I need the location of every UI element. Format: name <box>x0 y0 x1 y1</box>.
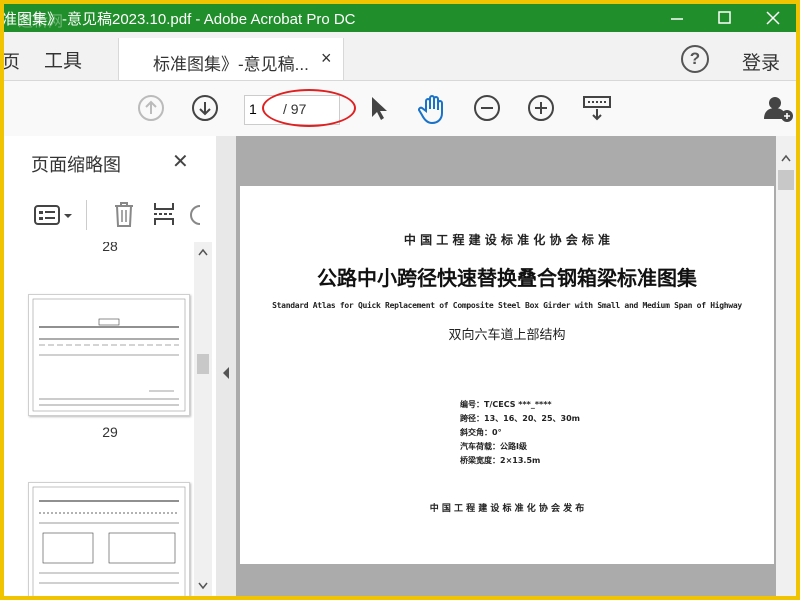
info-skew-angle: 斜交角：0° <box>460 428 502 437</box>
tab-document[interactable]: 标准图集》-意见稿... × <box>118 38 344 80</box>
options-menu-icon[interactable] <box>34 204 76 226</box>
close-tab-icon[interactable]: × <box>321 48 332 69</box>
app-window: 准图集》-意见稿2023.10.pdf - Adobe Acrobat Pro … <box>4 4 796 596</box>
rotate-page-icon[interactable] <box>188 200 202 228</box>
org-header: 中 国 工 程 建 设 标 准 化 协 会 标 准 <box>403 233 611 247</box>
doc-scroll-up-icon <box>781 154 791 162</box>
hand-tool-icon[interactable] <box>418 93 448 125</box>
thumbnail-page-label: 28 <box>102 242 118 254</box>
panel-toolbar <box>24 196 214 232</box>
document-info: 编号：T/CECS ***_**** 跨径：13、16、20、25、30m 斜交… <box>460 398 580 468</box>
next-page-icon[interactable] <box>191 94 219 122</box>
read-mode-icon[interactable] <box>582 93 612 123</box>
login-button[interactable]: 登录 <box>742 48 780 75</box>
close-panel-icon[interactable]: ✕ <box>172 149 189 174</box>
info-bridge-width: 桥梁宽度：2×13.5m <box>460 456 541 465</box>
document-subtitle: 双向六车道上部结构 <box>448 328 566 343</box>
help-icon[interactable]: ? <box>681 45 709 73</box>
document-scroll-thumb[interactable] <box>778 170 794 190</box>
zoom-in-icon[interactable] <box>527 94 555 122</box>
title-bar: 准图集》-意见稿2023.10.pdf - Adobe Acrobat Pro … <box>4 4 796 32</box>
thumbnail-panel: 页面缩略图 ✕ 28 29 <box>4 136 217 596</box>
close-window-button[interactable] <box>750 4 796 32</box>
thumbnail-scroll-thumb[interactable] <box>197 354 209 374</box>
add-user-icon[interactable] <box>764 95 794 123</box>
info-span: 跨径：13、16、20、25、30m <box>460 414 580 423</box>
toolbar-divider <box>86 200 87 230</box>
scroll-down-icon <box>198 582 208 590</box>
document-view: 中 国 工 程 建 设 标 准 化 协 会 标 准 公路中小跨径快速替换叠合钢箱… <box>236 136 796 596</box>
info-code: 编号：T/CECS ***_**** <box>460 400 552 409</box>
thumbnail-page-29[interactable] <box>28 294 190 416</box>
document-tab-label: 标准图集》-意见稿... <box>153 55 309 74</box>
scroll-up-icon <box>198 248 208 256</box>
thumbnail-scrollbar[interactable] <box>194 242 212 596</box>
delete-page-icon[interactable] <box>112 200 136 228</box>
document-scrollbar[interactable] <box>776 136 796 596</box>
zoom-out-icon[interactable] <box>473 94 501 122</box>
panel-title: 页面缩略图 <box>31 155 121 175</box>
select-tool-icon[interactable] <box>368 95 390 123</box>
collapse-left-icon <box>223 367 229 379</box>
extract-page-icon[interactable] <box>152 200 176 228</box>
pdf-page: 中 国 工 程 建 设 标 准 化 协 会 标 准 公路中小跨径快速替换叠合钢箱… <box>240 186 774 564</box>
document-subtitle-en: Standard Atlas for Quick Replacement of … <box>272 301 742 310</box>
publisher: 中 国 工 程 建 设 标 准 化 协 会 发 布 <box>429 504 585 514</box>
info-vehicle-load: 汽车荷载：公路Ⅰ级 <box>460 442 527 451</box>
tab-bar: 页 工具 标准图集》-意见稿... × ? 登录 <box>4 32 796 81</box>
watermark: 道桥网 <box>18 13 64 30</box>
maximize-icon <box>718 11 731 24</box>
toolbar: / 97 <box>4 81 796 137</box>
thumbnail-list: 28 29 <box>4 242 194 596</box>
minimize-button[interactable] <box>654 4 700 32</box>
document-title: 公路中小跨径快速替换叠合钢箱梁标准图集 <box>317 266 697 290</box>
thumbnail-page-30[interactable] <box>28 482 190 596</box>
panel-collapse-handle[interactable] <box>216 136 236 596</box>
thumbnail-page-label-29: 29 <box>102 424 118 440</box>
tab-tools[interactable]: 工具 <box>44 46 82 73</box>
minimize-icon <box>671 18 683 20</box>
close-icon <box>766 11 780 25</box>
maximize-button[interactable] <box>702 4 748 32</box>
previous-page-icon[interactable] <box>137 94 165 122</box>
annotation-oval <box>262 89 356 127</box>
tab-home[interactable]: 页 <box>4 48 20 74</box>
